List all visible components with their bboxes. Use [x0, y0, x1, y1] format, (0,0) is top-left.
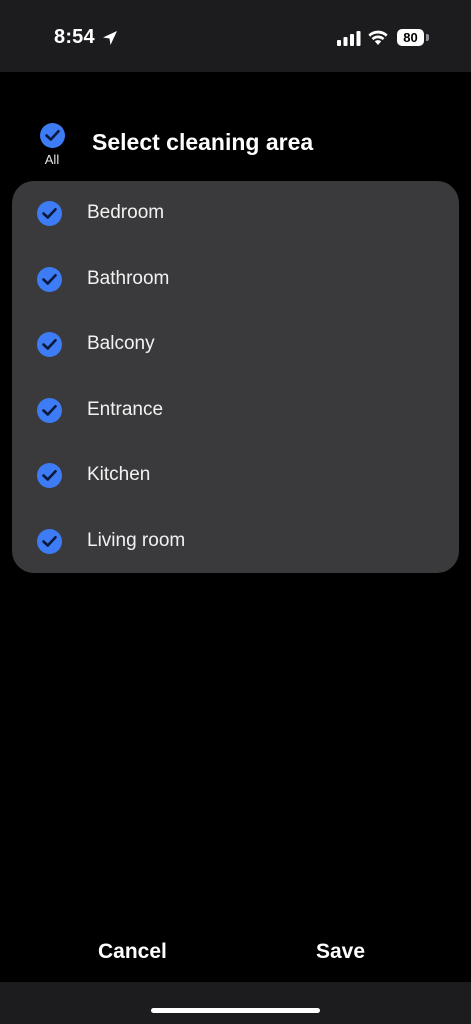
checkmark-icon[interactable]: [37, 528, 62, 554]
room-list: Bedroom Bathroom Balcony Entrance Kitche…: [12, 181, 459, 573]
battery-icon: 80: [397, 29, 424, 46]
room-label: Bedroom: [87, 202, 165, 223]
select-all-checkmark-icon[interactable]: [39, 123, 65, 148]
status-bar: 8:54 80: [0, 0, 471, 72]
room-item-kitchen[interactable]: Kitchen: [12, 443, 459, 509]
room-item-bathroom[interactable]: Bathroom: [12, 247, 459, 313]
checkmark-icon[interactable]: [37, 397, 62, 423]
checkmark-icon[interactable]: [37, 201, 62, 226]
room-label: Living room: [87, 529, 186, 551]
select-all-toggle[interactable]: All: [37, 123, 67, 167]
home-indicator-area: [0, 982, 471, 1024]
save-button[interactable]: Save: [316, 940, 365, 964]
checkmark-icon[interactable]: [37, 266, 62, 292]
home-indicator[interactable]: [151, 1008, 320, 1013]
cancel-button[interactable]: Cancel: [98, 940, 167, 964]
battery-cap: [426, 34, 429, 41]
page-title: Select cleaning area: [92, 129, 314, 155]
room-label: Balcony: [87, 333, 155, 355]
checkmark-icon[interactable]: [37, 463, 62, 489]
wifi-icon: [368, 30, 388, 45]
checkmark-icon[interactable]: [37, 332, 62, 358]
location-arrow-icon: [103, 31, 117, 45]
status-time: 8:54: [54, 26, 95, 48]
bottom-action-bar: Cancel Save: [0, 920, 471, 982]
room-label: Bathroom: [87, 267, 170, 289]
select-all-label: All: [44, 152, 60, 167]
room-item-balcony[interactable]: Balcony: [12, 312, 459, 378]
room-item-bedroom[interactable]: Bedroom: [12, 181, 459, 247]
room-item-entrance[interactable]: Entrance: [12, 378, 459, 444]
cellular-signal-icon: [337, 31, 361, 46]
room-label: Entrance: [87, 398, 164, 420]
room-item-living-room[interactable]: Living room: [12, 509, 459, 575]
room-label: Kitchen: [87, 464, 151, 486]
